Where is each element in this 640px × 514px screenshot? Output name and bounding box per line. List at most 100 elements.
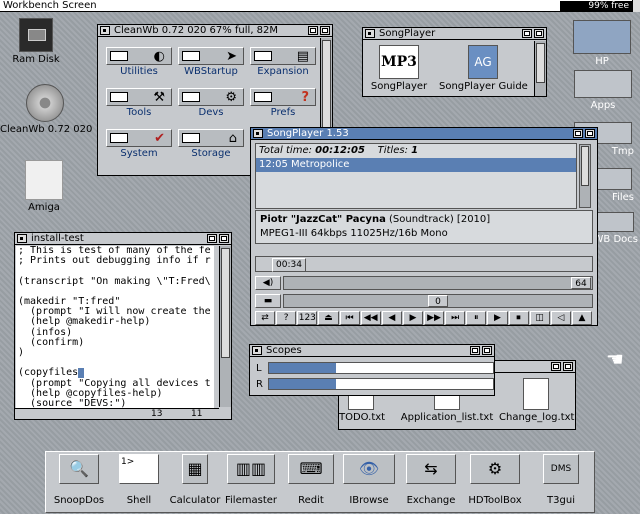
hp-drawer-icon[interactable]: HP <box>570 20 634 67</box>
depth-button[interactable] <box>320 26 330 35</box>
arrow-icon: ➤ <box>226 49 237 64</box>
zoom-button[interactable] <box>551 362 561 371</box>
text-cursor <box>78 368 85 379</box>
depth-button[interactable] <box>219 234 229 243</box>
zoom-button[interactable] <box>207 234 217 243</box>
scopes-titlebar[interactable]: Scopes <box>250 345 494 357</box>
guide-icon: AG <box>468 45 498 79</box>
tray-icon: ⌂ <box>228 131 237 146</box>
transport-button[interactable]: ▲ <box>571 311 592 325</box>
right-scope-fill <box>269 379 337 389</box>
songplayer-titlebar[interactable]: SongPlayer 1.53 <box>251 128 597 140</box>
transport-button[interactable]: ◁ <box>550 311 571 325</box>
drawer-prefs[interactable]: ? Prefs <box>250 88 316 118</box>
zoom-button[interactable] <box>308 26 318 35</box>
transport-button[interactable]: ◀◀ <box>360 311 381 325</box>
keyboard-icon: ⌨ <box>288 454 334 484</box>
close-button[interactable] <box>253 129 263 138</box>
songplayer-drawer-window[interactable]: SongPlayer MP3 SongPlayer AG SongPlayer … <box>362 27 547 97</box>
transport-button[interactable]: ⇄ <box>255 311 276 325</box>
transport-button[interactable]: ⏹ <box>508 311 529 325</box>
cleanwb-titlebar[interactable]: CleanWb 0.72 020 67% full, 82M <box>98 25 332 37</box>
playlist-track[interactable]: 12:05 Metropolice <box>256 158 576 172</box>
dock-t3gui[interactable]: DMS T3gui <box>532 454 590 506</box>
transport-button[interactable]: ⏮ <box>339 311 360 325</box>
songplayer-program-icon[interactable]: MP3 SongPlayer <box>369 45 429 92</box>
drawer-devs[interactable]: ⚙ Devs <box>178 88 244 118</box>
editor-status-bar: 13 11 <box>15 408 219 419</box>
depth-button[interactable] <box>534 29 544 38</box>
volume-slider[interactable]: 64 <box>283 276 593 290</box>
balance-slider[interactable]: 0 <box>283 294 593 308</box>
ramdisk-icon[interactable]: Ram Disk <box>6 18 66 65</box>
close-button[interactable] <box>252 346 262 355</box>
dock-shell[interactable]: 1> Shell <box>110 454 168 506</box>
songplayer-guide-icon[interactable]: AG SongPlayer Guide <box>439 45 528 92</box>
transport-button[interactable]: ▶ <box>487 311 508 325</box>
seek-bar[interactable]: 00:34 <box>255 256 593 272</box>
close-button[interactable] <box>365 29 375 38</box>
harddisk-icon <box>26 84 64 122</box>
dock-calculator[interactable]: ▦ Calculator <box>166 454 224 506</box>
elapsed-time: 00:34 <box>272 258 306 272</box>
drawer-wbstartup[interactable]: ➤ WBStartup <box>178 47 244 77</box>
balance-value: 0 <box>428 295 448 307</box>
transport-button[interactable]: ⏏ <box>318 311 339 325</box>
chip-icon <box>19 18 53 52</box>
scopes-window[interactable]: Scopes L R <box>249 344 495 396</box>
zoom-button[interactable] <box>470 346 480 355</box>
dock-filemaster[interactable]: ▥▥ Filemaster <box>222 454 280 506</box>
transport-button[interactable]: ▶▶ <box>424 311 445 325</box>
transport-button[interactable]: ◀ <box>381 311 402 325</box>
computer-icon <box>25 160 63 200</box>
drawer-storage[interactable]: ⌂ Storage <box>178 129 244 159</box>
depth-button[interactable] <box>585 129 595 138</box>
zoom-button[interactable] <box>573 129 583 138</box>
amiga-icon[interactable]: Amiga <box>14 160 74 213</box>
transport-button[interactable]: ? <box>276 311 297 325</box>
magnifier-icon: 🔍 <box>59 454 99 484</box>
close-button[interactable] <box>100 26 110 35</box>
code-line: ) <box>18 347 25 359</box>
transport-button[interactable]: 123 <box>297 311 318 325</box>
editor-scrollbar[interactable] <box>219 246 231 407</box>
drawer-icon <box>574 70 632 98</box>
screen-title-bar[interactable]: Workbench Screen 99% free <box>0 0 640 12</box>
drawer-expansion[interactable]: ▤ Expansion <box>250 47 316 77</box>
volume-icon: ◀) <box>255 276 281 290</box>
dock-redit[interactable]: ⌨ Redit <box>282 454 340 506</box>
transport-button[interactable]: ⏸ <box>466 311 487 325</box>
left-channel-label: L <box>256 363 262 374</box>
script-editor[interactable]: ; This is test of many of the fe; Prints… <box>16 246 214 418</box>
transport-button[interactable]: ▶ <box>402 311 423 325</box>
zoom-button[interactable] <box>522 29 532 38</box>
songplayer-drawer-titlebar[interactable]: SongPlayer <box>363 28 546 40</box>
depth-button[interactable] <box>482 346 492 355</box>
playlist-scrollbar[interactable] <box>579 144 591 208</box>
line-number: 13 <box>151 409 163 419</box>
drawer-tools[interactable]: ⚒ Tools <box>106 88 172 118</box>
playlist[interactable]: Total time: 00:12:05 Titles: 1 12:05 Met… <box>255 143 577 209</box>
globe-icon: ◐ <box>153 49 165 64</box>
drawer-scrollbar[interactable] <box>534 41 546 96</box>
close-button[interactable] <box>17 234 27 243</box>
depth-button[interactable] <box>563 362 573 371</box>
drawer-system[interactable]: ✔ System <box>106 129 172 159</box>
cleanwb-disk-icon[interactable]: CleanWb 0.72 020 <box>0 84 92 135</box>
file-change-log[interactable]: Change_log.txt <box>499 378 574 423</box>
dock-snoopdos[interactable]: 🔍 SnoopDos <box>50 454 108 506</box>
transport-button[interactable]: ⏭ <box>445 311 466 325</box>
transport-controls: ⇄? 123 ⏏ ⏮ ◀◀ ◀ ▶ ▶▶ ⏭ ⏸ ▶ ⏹ ◫ ◁ ▲ <box>255 311 593 325</box>
transport-button[interactable]: ◫ <box>529 311 550 325</box>
screen-depth-button[interactable] <box>632 0 640 12</box>
install-test-titlebar[interactable]: install-test <box>15 233 231 245</box>
install-test-window[interactable]: install-test ; This is test of many of t… <box>14 232 232 420</box>
dock-ibrowse[interactable]: 👁 IBrowse <box>340 454 398 506</box>
songplayer-window[interactable]: SongPlayer 1.53 Total time: 00:12:05 Tit… <box>250 127 598 326</box>
apps-drawer-icon[interactable]: Apps <box>572 70 634 111</box>
dock-hdtoolbox[interactable]: ⚙ HDToolBox <box>466 454 524 506</box>
code-line: (transcript "On making \"T:Fred\ <box>18 275 211 287</box>
drawer-utilities[interactable]: ◐ Utilities <box>106 47 172 77</box>
dock-exchange[interactable]: ⇆ Exchange <box>402 454 460 506</box>
check-icon: ✔ <box>154 131 165 146</box>
